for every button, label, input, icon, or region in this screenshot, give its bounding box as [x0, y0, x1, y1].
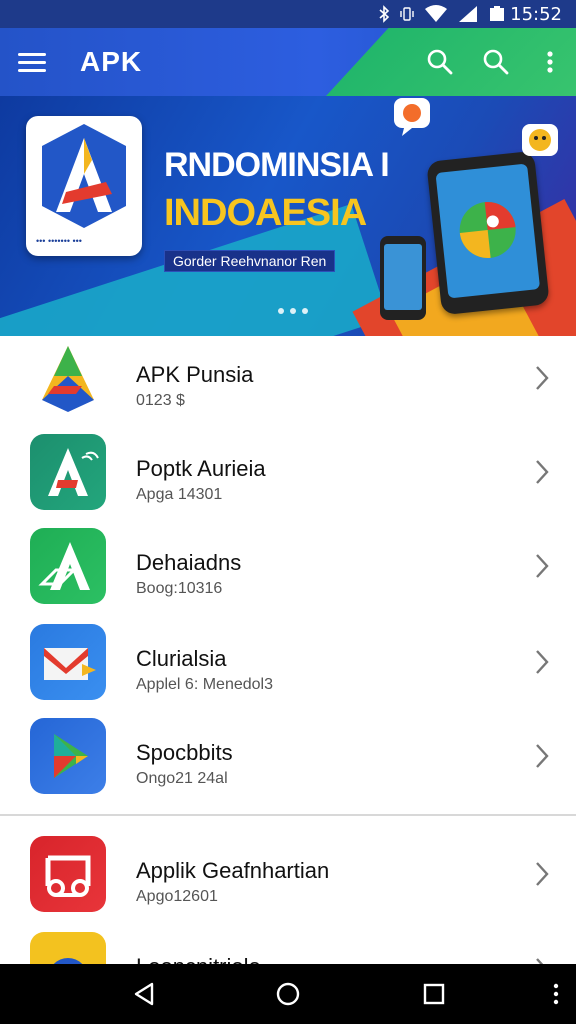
list-item[interactable]: APK Punsia 0123 $	[0, 336, 576, 430]
chevron-right-icon	[536, 862, 549, 886]
chevron-right-icon	[536, 744, 549, 768]
system-nav-bar	[0, 964, 576, 1024]
status-icons	[378, 5, 506, 23]
app-meta: Apga 14301	[136, 486, 223, 503]
status-bar: 15:52	[0, 0, 576, 28]
app-name: Clurialsia	[136, 646, 227, 671]
app-icon	[30, 718, 106, 794]
list-item[interactable]: Clurialsia Applel 6: Menedol3	[0, 620, 576, 714]
banner-logo: ••• ••••••• •••	[26, 116, 142, 256]
clock: 15:52	[510, 4, 562, 25]
search-button-secondary[interactable]	[480, 46, 512, 78]
chevron-right-icon	[536, 460, 549, 484]
vibrate-icon	[400, 7, 414, 21]
banner-phone-large	[426, 150, 550, 316]
home-icon[interactable]	[274, 980, 302, 1008]
signal-icon	[459, 6, 477, 22]
carousel-indicator[interactable]	[278, 308, 308, 314]
emoji-icon	[522, 124, 558, 156]
banner-title-secondary: INDOAESIA	[164, 192, 367, 234]
app-meta: Apgo12601	[136, 888, 218, 905]
recents-icon[interactable]	[420, 980, 448, 1008]
app-meta: 0123 $	[136, 392, 185, 409]
letter-a-icon	[48, 448, 99, 496]
more-vert-icon[interactable]	[546, 980, 566, 1008]
promo-banner[interactable]: ••• ••••••• ••• RNDOMINSIA I INDOAESIA G…	[0, 96, 576, 336]
app-bar: APK	[0, 28, 576, 96]
app-icon	[30, 624, 106, 700]
list-item[interactable]: Poptk Aurieia Apga 14301	[0, 430, 576, 524]
voicemail-icon	[45, 855, 91, 897]
app-brand: APK	[80, 46, 143, 77]
more-vert-icon	[547, 51, 553, 73]
game-character-icon	[459, 202, 516, 259]
mail-icon	[44, 648, 96, 680]
search-icon	[427, 49, 453, 75]
section-divider	[0, 814, 576, 816]
overflow-menu-button[interactable]	[538, 46, 562, 78]
list-item[interactable]: Applik Geafnhartian Apgo12601	[0, 832, 576, 926]
app-name: Spocbbits	[136, 740, 233, 765]
back-icon[interactable]	[130, 980, 158, 1008]
search-icon	[483, 49, 509, 75]
banner-subtitle: Gorder Reehvnanor Ren	[164, 250, 336, 272]
wifi-icon	[425, 5, 447, 22]
list-item[interactable]: Spocbbits Ongo21 24al	[0, 714, 576, 808]
chevron-right-icon	[536, 366, 549, 390]
banner-title: RNDOMINSIA I	[164, 146, 390, 184]
app-name: Poptk Aurieia	[136, 456, 266, 481]
app-name: Applik Geafnhartian	[136, 858, 330, 883]
app-icon	[30, 340, 106, 416]
apk-logo-icon	[42, 124, 126, 228]
app-name: APK Punsia	[136, 362, 254, 387]
app-name: Dehaiadns	[136, 550, 242, 575]
battery-icon	[490, 6, 504, 21]
carousel-dot[interactable]	[278, 308, 284, 314]
app-icon	[30, 836, 106, 912]
play-store-icon	[54, 734, 88, 778]
chevron-right-icon	[536, 650, 549, 674]
bluetooth-icon	[379, 5, 390, 23]
carousel-dot[interactable]	[290, 308, 296, 314]
carousel-dot[interactable]	[302, 308, 308, 314]
chevron-right-icon	[536, 554, 549, 578]
letter-a-icon	[38, 542, 90, 590]
banner-phone-small	[380, 236, 426, 320]
chat-bubble-icon	[394, 98, 430, 136]
list-item[interactable]: Dehaiadns Boog:10316	[0, 524, 576, 618]
apk-logo-icon	[42, 346, 94, 412]
menu-button[interactable]	[16, 48, 48, 76]
app-icon	[30, 434, 106, 510]
app-meta: Ongo21 24al	[136, 770, 228, 787]
search-button[interactable]	[424, 46, 456, 78]
app-icon	[30, 528, 106, 604]
app-meta: Boog:10316	[136, 580, 223, 597]
menu-icon	[18, 53, 46, 56]
banner-logo-caption: ••• ••••••• •••	[36, 236, 82, 246]
app-meta: Applel 6: Menedol3	[136, 676, 273, 693]
